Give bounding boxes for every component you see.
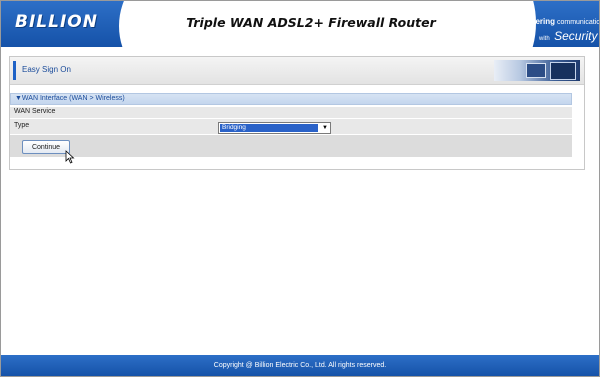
- billion-logo: BILLION: [15, 12, 98, 32]
- router-admin-window: BILLION Triple WAN ADSL2+ Firewall Route…: [0, 0, 600, 377]
- section-heading-text: ▼WAN Interface (WAN > Wireless): [15, 95, 125, 102]
- monitor-image-large: [550, 62, 576, 80]
- header-banner: BILLION Triple WAN ADSL2+ Firewall Route…: [1, 1, 599, 47]
- wan-service-label: WAN Service: [14, 108, 56, 115]
- tagline-powering: Powering: [519, 17, 556, 26]
- chevron-down-icon: ▼: [320, 123, 330, 133]
- button-row: [10, 135, 572, 158]
- type-select-value: Bridging: [220, 124, 318, 132]
- continue-button[interactable]: Continue: [22, 140, 70, 154]
- panel-banner-image: [494, 60, 580, 81]
- product-title: Triple WAN ADSL2+ Firewall Router: [186, 15, 436, 30]
- copyright-text: Copyright @ Billion Electric Co., Ltd. A…: [213, 362, 387, 369]
- footer-bar: Copyright @ Billion Electric Co., Ltd. A…: [1, 355, 599, 376]
- tagline-line-1: Powering communications: [519, 17, 599, 26]
- monitor-image-small: [526, 63, 546, 78]
- mouse-cursor-icon: [65, 150, 75, 164]
- panel-titlebar: Easy Sign On: [10, 57, 584, 85]
- wan-service-row: WAN Service: [10, 107, 572, 119]
- wan-interface-section-header: ▼WAN Interface (WAN > Wireless): [10, 93, 572, 105]
- panel-title: Easy Sign On: [22, 65, 71, 74]
- tagline-line-2: with Security: [539, 27, 597, 45]
- type-select[interactable]: Bridging ▼: [218, 122, 331, 134]
- panel-accent-bar: [13, 61, 16, 80]
- tagline-security: Security: [554, 29, 598, 43]
- tagline-communications: communications: [556, 19, 599, 26]
- type-label: Type: [14, 122, 30, 129]
- tagline-with: with: [539, 36, 550, 42]
